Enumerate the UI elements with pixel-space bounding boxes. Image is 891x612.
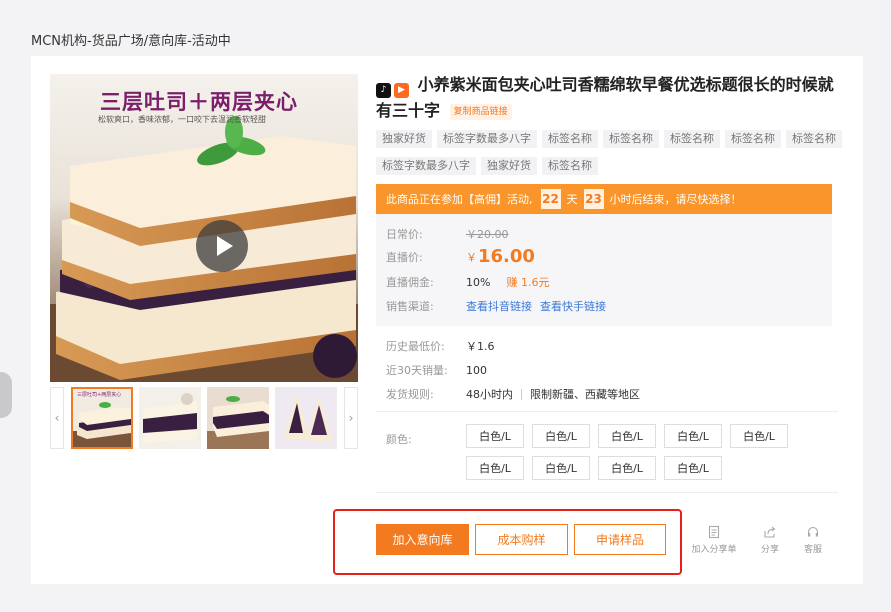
thumbnail-3[interactable] bbox=[207, 387, 269, 449]
commission-rate: 10% bbox=[466, 275, 491, 289]
add-intent-button[interactable]: 加入意向库 bbox=[376, 524, 469, 555]
tag: 标签名称 bbox=[542, 157, 598, 175]
thumbnail-2-image bbox=[139, 387, 201, 449]
shipping-time: 48小时内 bbox=[466, 388, 513, 401]
sales-value: 100 bbox=[466, 363, 487, 377]
tag: 标签名称 bbox=[542, 130, 598, 148]
sales-row: 近30天销量: 100 bbox=[386, 362, 487, 378]
play-video-button[interactable] bbox=[196, 220, 248, 272]
shipping-label: 发货规则: bbox=[386, 388, 434, 401]
channel-label: 销售渠道: bbox=[386, 300, 434, 313]
thumbnail-2[interactable] bbox=[139, 387, 201, 449]
commission-label: 直播佣金: bbox=[386, 276, 434, 289]
share-action[interactable]: 分享 bbox=[754, 525, 786, 555]
color-option[interactable]: 白色/L bbox=[730, 424, 788, 448]
tag: 标签字数最多八字 bbox=[376, 157, 476, 175]
customer-service-label: 客服 bbox=[803, 545, 822, 555]
banner-subtitle: 松软爽口，香味浓郁，一口咬下去温润香软轻甜 bbox=[98, 115, 266, 124]
color-option[interactable]: 白色/L bbox=[598, 456, 656, 480]
promo-day-unit: 天 bbox=[566, 193, 578, 206]
side-scroll-handle[interactable] bbox=[0, 372, 12, 418]
tag-list: 独家好货 标签字数最多八字 标签名称 标签名称 标签名称 标签名称 标签名称标签字数最多八字… bbox=[376, 127, 856, 181]
list-icon bbox=[708, 525, 720, 539]
thumbnail-1[interactable]: 三层吐司+两层夹心 bbox=[71, 387, 133, 449]
color-option[interactable]: 白色/L bbox=[466, 456, 524, 480]
price-panel: 日常价: ￥20.00 直播价: ￥ 16.00 直播佣金: 10% 赚 1.6… bbox=[376, 214, 832, 326]
chevron-right-icon: › bbox=[348, 411, 354, 425]
commission-earn: 赚 1.6元 bbox=[506, 276, 550, 289]
color-option[interactable]: 白色/L bbox=[664, 424, 722, 448]
tag: 标签名称 bbox=[603, 130, 659, 148]
color-label: 颜色: bbox=[386, 433, 412, 446]
live-price-currency: ￥ bbox=[466, 250, 477, 264]
color-option[interactable]: 白色/L bbox=[598, 424, 656, 448]
promo-text: 此商品正在参加【高佣】活动, bbox=[386, 193, 533, 206]
cost-buy-button[interactable]: 成本购样 bbox=[475, 524, 568, 555]
product-card: 三层吐司＋两层夹心 松软爽口，香味浓郁，一口咬下去温润香软轻甜 ‹ 三层吐司+两… bbox=[31, 56, 863, 584]
thumbnail-1-caption: 三层吐司+两层夹心 bbox=[77, 392, 122, 398]
tag: 独家好货 bbox=[481, 157, 537, 175]
product-main-image[interactable]: 三层吐司＋两层夹心 松软爽口，香味浓郁，一口咬下去温润香软轻甜 bbox=[50, 74, 358, 382]
promo-days: 22 bbox=[540, 189, 561, 209]
kuaishou-link[interactable]: 查看快手链接 bbox=[540, 298, 606, 314]
color-option[interactable]: 白色/L bbox=[532, 424, 590, 448]
thumbnail-3-image bbox=[207, 387, 269, 449]
tag: 标签字数最多八字 bbox=[437, 130, 537, 148]
share-label: 分享 bbox=[760, 545, 779, 555]
thumbnail-4-image bbox=[275, 387, 337, 449]
apply-sample-button[interactable]: 申请样品 bbox=[574, 524, 666, 555]
product-title-block: ♪ ▶ 小养紫米面包夹心吐司香糯绵软早餐优选标题很长的时候就有三十字 复制商品链接 bbox=[376, 72, 846, 124]
shipping-limit: 限制新疆、西藏等地区 bbox=[530, 388, 640, 401]
chevron-left-icon: ‹ bbox=[54, 411, 60, 425]
copy-link-button[interactable]: 复制商品链接 bbox=[449, 104, 512, 120]
douyin-link[interactable]: 查看抖音链接 bbox=[466, 298, 532, 314]
banner-title: 三层吐司＋两层夹心 bbox=[100, 90, 298, 114]
sales-label: 近30天销量: bbox=[386, 364, 448, 377]
thumb-next-button[interactable]: › bbox=[344, 387, 358, 449]
promo-banner: 此商品正在参加【高佣】活动, 22 天 23 小时后结束，请尽快选择！ bbox=[376, 184, 832, 214]
add-share-list-label: 加入分享单 bbox=[691, 545, 737, 555]
douyin-icon: ♪ bbox=[376, 83, 391, 98]
promo-suffix: 小时后结束，请尽快选择！ bbox=[609, 193, 742, 206]
divider bbox=[376, 411, 838, 412]
tag: 标签名称 bbox=[786, 130, 842, 148]
history-low-value: ￥1.6 bbox=[466, 340, 495, 353]
daily-price-label: 日常价: bbox=[386, 228, 423, 241]
share-icon bbox=[764, 526, 776, 538]
daily-price-value: ￥20.00 bbox=[466, 228, 509, 241]
promo-hours: 23 bbox=[583, 189, 604, 209]
headset-icon bbox=[807, 526, 819, 537]
product-title: 小养紫米面包夹心吐司香糯绵软早餐优选标题很长的时候就有三十字 bbox=[376, 75, 834, 120]
divider bbox=[521, 388, 522, 400]
tag: 标签名称 bbox=[664, 130, 720, 148]
live-price-label: 直播价: bbox=[386, 250, 423, 264]
kuaishou-icon: ▶ bbox=[394, 83, 409, 98]
thumbnail-4[interactable] bbox=[275, 387, 337, 449]
live-price-value: 16.00 bbox=[478, 246, 535, 267]
color-option[interactable]: 白色/L bbox=[664, 456, 722, 480]
thumbnail-strip: ‹ 三层吐司+两层夹心 › bbox=[50, 387, 358, 449]
customer-service-action[interactable]: 客服 bbox=[797, 525, 829, 555]
breadcrumb: MCN机构-货品广场/意向库-活动中 bbox=[31, 34, 231, 49]
thumb-prev-button[interactable]: ‹ bbox=[50, 387, 64, 449]
color-option[interactable]: 白色/L bbox=[466, 424, 524, 448]
tag: 独家好货 bbox=[376, 130, 432, 148]
divider bbox=[376, 492, 838, 493]
color-option[interactable]: 白色/L bbox=[532, 456, 590, 480]
add-share-list-action[interactable]: 加入分享单 bbox=[689, 525, 739, 555]
shipping-row: 发货规则: 48小时内 限制新疆、西藏等地区 bbox=[386, 386, 640, 402]
history-low-row: 历史最低价: ￥1.6 bbox=[386, 338, 495, 354]
tag: 标签名称 bbox=[725, 130, 781, 148]
history-low-label: 历史最低价: bbox=[386, 340, 445, 353]
